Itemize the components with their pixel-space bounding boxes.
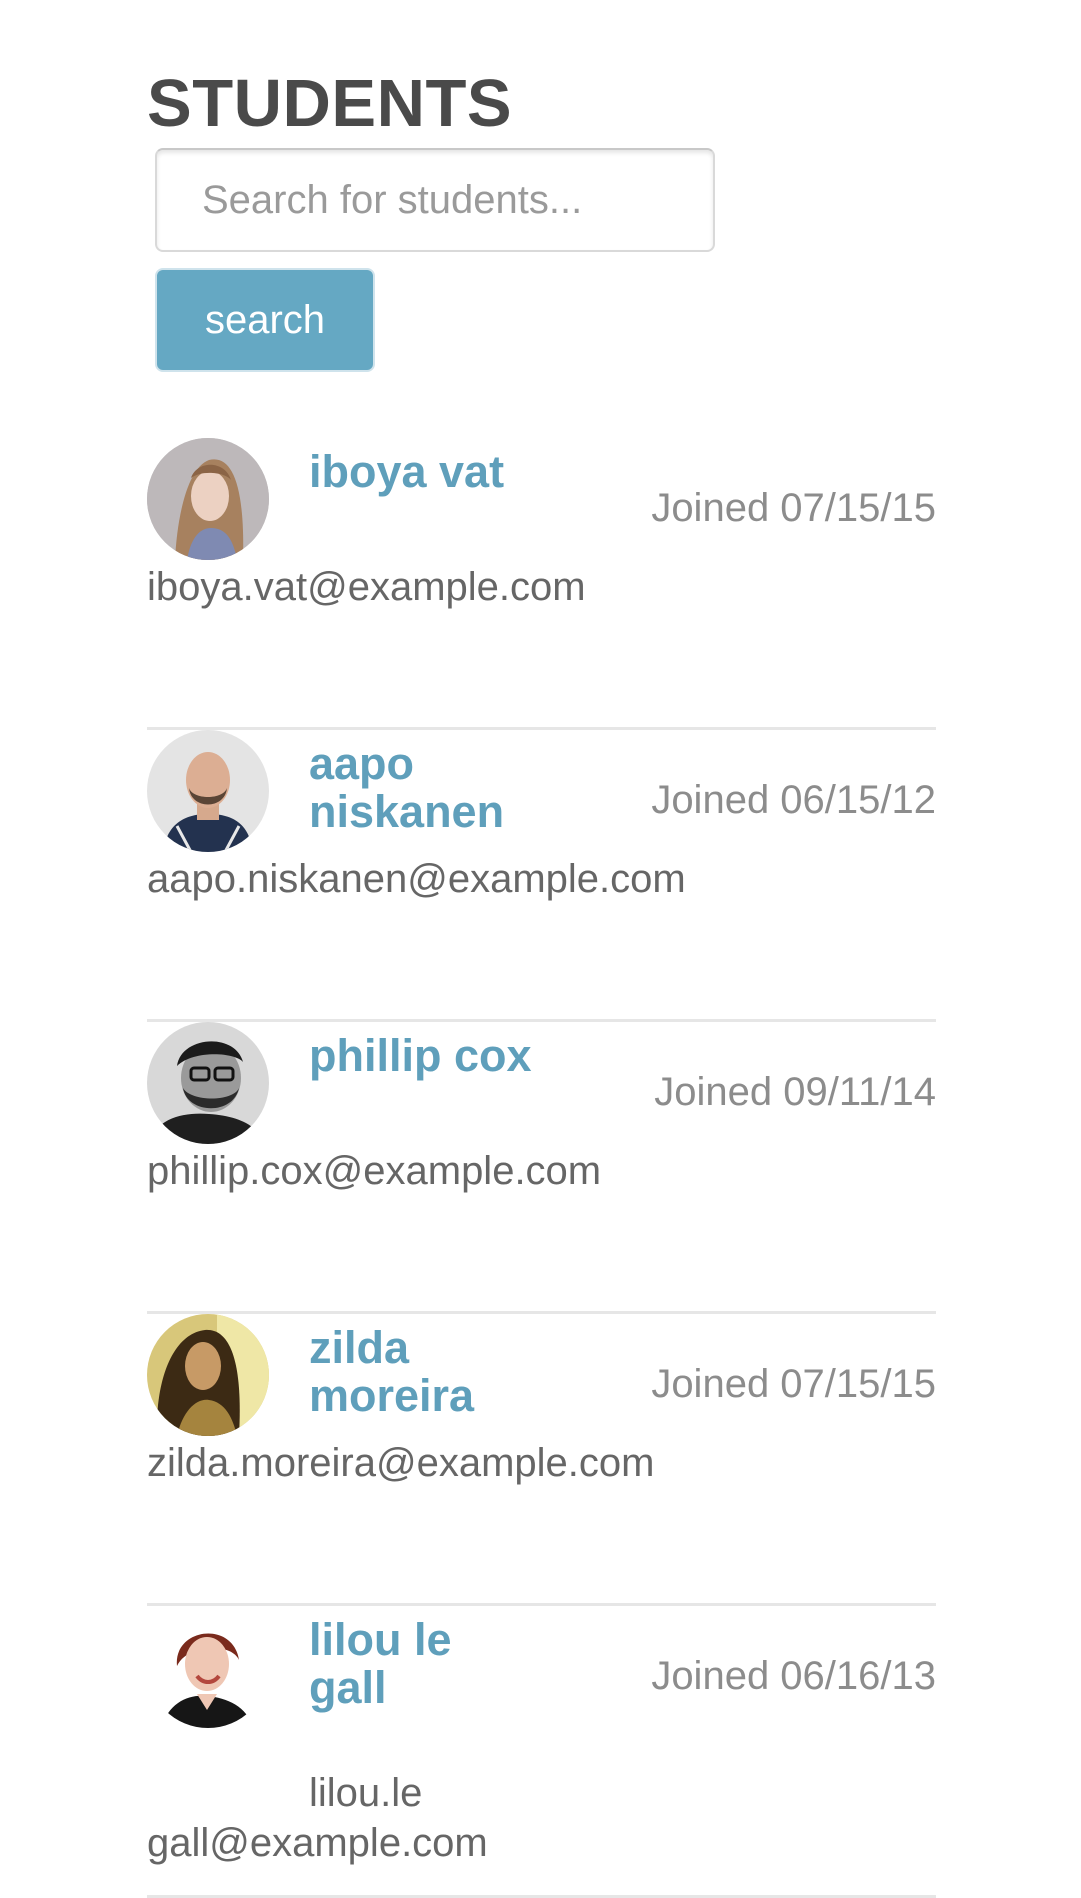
student-avatar — [147, 1314, 269, 1436]
student-email: lilou.le gall@example.com — [147, 1771, 488, 1865]
student-name[interactable]: phillip cox — [309, 1032, 539, 1080]
joined-date: Joined 09/11/14 — [654, 1070, 936, 1114]
student-email: iboya.vat@example.com — [147, 565, 586, 609]
joined-date: Joined 06/16/13 — [651, 1654, 936, 1698]
student-row[interactable]: iboya vat Joined 07/15/15 iboya.vat@exam… — [147, 438, 936, 730]
search-button[interactable]: search — [155, 268, 375, 372]
student-row[interactable]: lilou le gall Joined 06/16/13 lilou.le g… — [147, 1606, 936, 1898]
joined-date: Joined 07/15/15 — [651, 486, 936, 530]
student-name[interactable]: zilda moreira — [309, 1324, 539, 1420]
student-avatar — [147, 438, 269, 560]
student-email: phillip.cox@example.com — [147, 1149, 602, 1193]
student-avatar — [147, 730, 269, 852]
student-row[interactable]: phillip cox Joined 09/11/14 phillip.cox@… — [147, 1022, 936, 1314]
student-name[interactable]: lilou le gall — [309, 1616, 539, 1712]
student-row[interactable]: zilda moreira Joined 07/15/15 zilda.more… — [147, 1314, 936, 1606]
joined-date: Joined 07/15/15 — [651, 1362, 936, 1406]
student-email: aapo.niskanen@example.com — [147, 857, 686, 901]
search-input[interactable] — [155, 148, 715, 252]
student-row[interactable]: aapo niskanen Joined 06/15/12 aapo.niska… — [147, 730, 936, 1022]
page-title: STUDENTS — [147, 66, 513, 141]
student-name[interactable]: iboya vat — [309, 448, 539, 496]
student-avatar — [147, 1022, 269, 1144]
student-list: iboya vat Joined 07/15/15 iboya.vat@exam… — [147, 438, 936, 1898]
joined-date: Joined 06/15/12 — [651, 778, 936, 822]
student-name[interactable]: aapo niskanen — [309, 740, 539, 836]
student-email: zilda.moreira@example.com — [147, 1441, 655, 1485]
student-avatar — [147, 1606, 269, 1728]
